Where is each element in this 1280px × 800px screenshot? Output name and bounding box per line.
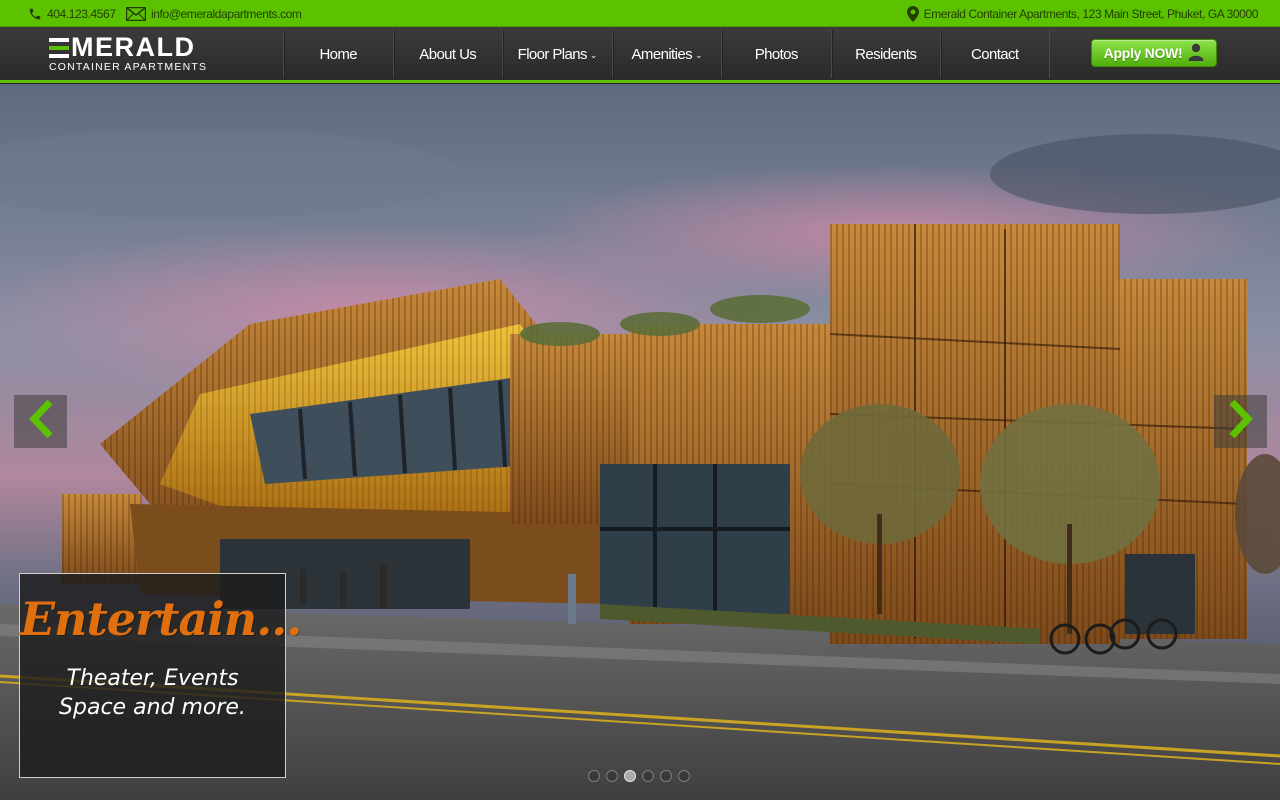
chevron-down-icon: ⌄ (695, 49, 703, 60)
primary-nav: Home About Us Floor Plans ⌄ Amenities ⌄ Ph… (283, 30, 1050, 78)
nav-label: Residents (855, 45, 917, 63)
hero-slider: Entertain... Theater, Events Space and m… (0, 84, 1280, 800)
slider-dot[interactable] (660, 770, 672, 782)
chevron-left-icon (28, 399, 54, 444)
email-address: info@emeraldapartments.com (151, 6, 302, 21)
nav-item-residents[interactable]: Residents (830, 30, 941, 78)
nav-label: Photos (754, 45, 799, 63)
slider-prev-button[interactable] (14, 395, 67, 448)
map-pin-icon (906, 5, 919, 22)
nav-item-contact[interactable]: Contact (940, 30, 1050, 78)
chevron-down-icon: ⌄ (589, 49, 598, 60)
nav-item-about-us[interactable]: About Us (392, 30, 503, 78)
caption-title: Entertain... (20, 592, 302, 646)
apply-now-label: Apply NOW! (1103, 45, 1183, 61)
address-contact[interactable]: Emerald Container Apartments, 123 Main S… (906, 0, 1259, 27)
slider-pagination (588, 770, 690, 782)
logo-wordmark: M ERALD (49, 34, 249, 61)
nav-item-floor-plans[interactable]: Floor Plans ⌄ (502, 30, 612, 78)
nav-item-amenities[interactable]: Amenities ⌄ (611, 30, 722, 78)
phone-contact[interactable]: 404.123.4567 (28, 0, 116, 27)
slider-dot[interactable] (678, 770, 690, 782)
nav-label: Contact (971, 45, 1019, 63)
logo-tagline: CONTAINER APARTMENTS (49, 61, 208, 73)
top-contact-bar: 404.123.4567 info@emeraldapartments.com … (0, 0, 1280, 27)
phone-icon (28, 7, 42, 21)
slider-dot[interactable] (642, 770, 654, 782)
email-contact[interactable]: info@emeraldapartments.com (126, 0, 302, 27)
site-logo[interactable]: M ERALD CONTAINER APARTMENTS (49, 34, 249, 76)
chevron-right-icon (1228, 399, 1254, 444)
nav-item-home[interactable]: Home (283, 30, 393, 78)
slide-caption: Entertain... Theater, Events Space and m… (19, 573, 302, 778)
slider-next-button[interactable] (1214, 395, 1267, 448)
phone-number: 404.123.4567 (47, 6, 116, 21)
nav-label: Home (319, 45, 358, 63)
logo-letters: ERALD (95, 32, 196, 62)
logo-e-mark (49, 37, 69, 58)
logo-letter-m: M (71, 32, 95, 62)
slider-dot-active[interactable] (624, 770, 636, 782)
apply-now-button[interactable]: Apply NOW! (1091, 39, 1217, 67)
nav-label: Amenities (631, 45, 693, 63)
caption-text: Theater, Events Space and more. (59, 666, 246, 720)
nav-label: Floor Plans (517, 45, 588, 63)
user-icon (1188, 43, 1204, 64)
slider-dot[interactable] (588, 770, 600, 782)
street-address: Emerald Container Apartments, 123 Main S… (923, 6, 1259, 21)
nav-label: About Us (419, 45, 477, 63)
main-navbar: M ERALD CONTAINER APARTMENTS Home About … (0, 27, 1280, 83)
slider-dot[interactable] (606, 770, 618, 782)
nav-item-photos[interactable]: Photos (721, 30, 831, 78)
mail-icon (126, 6, 146, 21)
